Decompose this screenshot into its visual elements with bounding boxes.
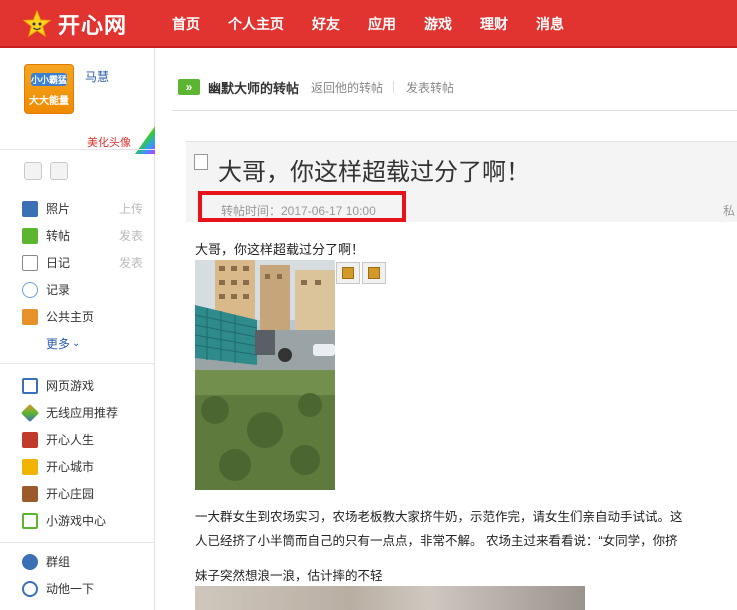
post-paragraph-line-2: 人已经挤了小半筒而自己的只有一点点，非常不解。 农场主过来看看说：“女同学，你挤: [195, 534, 678, 548]
person-icon: [342, 267, 354, 279]
nav-profile[interactable]: 个人主页: [214, 0, 298, 48]
menu-group-social: 群组 动他一下: [22, 548, 147, 602]
post-photo-truck[interactable]: [195, 260, 335, 490]
mini-game-icon: [22, 512, 38, 529]
photo-icon: [22, 200, 38, 217]
sidebar-item-groups[interactable]: 群组: [22, 548, 147, 575]
poke-icon: [22, 580, 38, 597]
truck-photo-image: [195, 260, 335, 490]
logo-text: 开心网: [58, 13, 128, 38]
star-logo-icon: [22, 9, 52, 38]
city-icon: [22, 458, 38, 475]
divider: [172, 110, 737, 111]
nav-friends[interactable]: 好友: [298, 0, 354, 48]
flag-icon: [22, 308, 38, 325]
web-game-icon: [22, 377, 38, 394]
upload-link[interactable]: 上传: [119, 200, 143, 217]
breadcrumb-title[interactable]: 幽默大师的转帖: [208, 78, 299, 97]
life-icon: [22, 431, 38, 448]
mobile-app-icon: [20, 403, 40, 422]
post-photo-2[interactable]: [195, 586, 585, 610]
image-tools: [336, 262, 386, 284]
person-tag-button[interactable]: [336, 262, 360, 284]
sidebar-item-diary[interactable]: 日记 发表: [22, 249, 147, 276]
copy-image-button[interactable]: [362, 262, 386, 284]
nav-home[interactable]: 首页: [158, 0, 214, 48]
avatar-text-top: 小小霸猛: [31, 73, 68, 86]
repost-icon: [22, 227, 38, 244]
back-to-reposts-link[interactable]: 返回他的转帖: [311, 79, 383, 96]
copy-icon: [368, 267, 380, 279]
left-sidebar: 小小霸猛 大大能量 马慧 美化头像 照片 上传 转帖 发表 日记 发表 记录 公…: [0, 48, 155, 610]
sidebar-item-mini-games[interactable]: 小游戏中心: [22, 507, 147, 534]
more-toggle[interactable]: 更多 ⌄: [22, 330, 147, 357]
beautify-avatar-link[interactable]: 美化头像: [87, 134, 131, 150]
group-icon: [22, 553, 38, 570]
divider: [0, 542, 155, 543]
sidebar-item-happy-city[interactable]: 开心城市: [22, 453, 147, 480]
publish-repost-link[interactable]: 发表转帖: [406, 79, 454, 96]
divider: [0, 363, 155, 364]
repost-arrows-icon: »: [178, 79, 200, 95]
sidebar-item-web-games[interactable]: 网页游戏: [22, 372, 147, 399]
edit-profile-icon[interactable]: [24, 162, 42, 180]
divider: [393, 81, 395, 93]
avatar[interactable]: 小小霸猛 大大能量: [24, 64, 74, 114]
post-paragraph-line-1: 一大群女生到农场实习，农场老板教大家挤牛奶，示范作完，请女生们亲自动手试试。这: [195, 510, 683, 524]
publish-diary-link[interactable]: 发表: [119, 254, 143, 271]
post-intro: 大哥，你这样超载过分了啊！: [195, 242, 365, 257]
post-caption-2: 妹子突然想浪一浪，估计摔的不轻: [195, 569, 383, 583]
nav-finance[interactable]: 理财: [466, 0, 522, 48]
private-label[interactable]: 私: [723, 202, 735, 219]
username-link[interactable]: 马慧: [85, 68, 109, 85]
record-icon: [22, 281, 38, 298]
chevron-down-icon: ⌄: [72, 338, 81, 349]
sidebar-item-happy-life[interactable]: 开心人生: [22, 426, 147, 453]
sidebar-item-records[interactable]: 记录: [22, 276, 147, 303]
farm-icon: [22, 485, 38, 502]
post-title: 大哥，你这样超载过分了啊！: [218, 159, 530, 186]
sidebar-item-public-page[interactable]: 公共主页: [22, 303, 147, 330]
profile-tool-icons: [24, 162, 68, 180]
kaixin-logo[interactable]: 开心网: [22, 8, 127, 40]
sidebar-item-mobile-apps[interactable]: 无线应用推荐: [20, 399, 147, 426]
divider: [0, 149, 155, 150]
menu-group-apps: 网页游戏 无线应用推荐 开心人生 开心城市 开心庄园 小游戏中心: [20, 372, 147, 534]
menu-group-main: 照片 上传 转帖 发表 日记 发表 记录 公共主页 更多 ⌄: [22, 195, 147, 357]
sidebar-item-repost[interactable]: 转帖 发表: [22, 222, 147, 249]
breadcrumb: » 幽默大师的转帖 返回他的转帖 发表转帖: [178, 76, 454, 98]
sidebar-item-photos[interactable]: 照片 上传: [22, 195, 147, 222]
highlight-annotation-box: [198, 191, 406, 222]
sidebar-item-happy-farm[interactable]: 开心庄园: [22, 480, 147, 507]
publish-repost-link[interactable]: 发表: [119, 227, 143, 244]
top-nav-bar: 开心网 首页 个人主页 好友 应用 游戏 理财 消息: [0, 0, 737, 48]
main-nav: 首页 个人主页 好友 应用 游戏 理财 消息: [158, 0, 578, 48]
document-icon: [194, 154, 208, 170]
nav-games[interactable]: 游戏: [410, 0, 466, 48]
nav-apps[interactable]: 应用: [354, 0, 410, 48]
sidebar-item-poke[interactable]: 动他一下: [22, 575, 147, 602]
nav-messages[interactable]: 消息: [522, 0, 578, 48]
diary-icon: [22, 254, 38, 271]
visitor-icon[interactable]: [50, 162, 68, 180]
avatar-text-bottom: 大大能量: [29, 96, 69, 107]
